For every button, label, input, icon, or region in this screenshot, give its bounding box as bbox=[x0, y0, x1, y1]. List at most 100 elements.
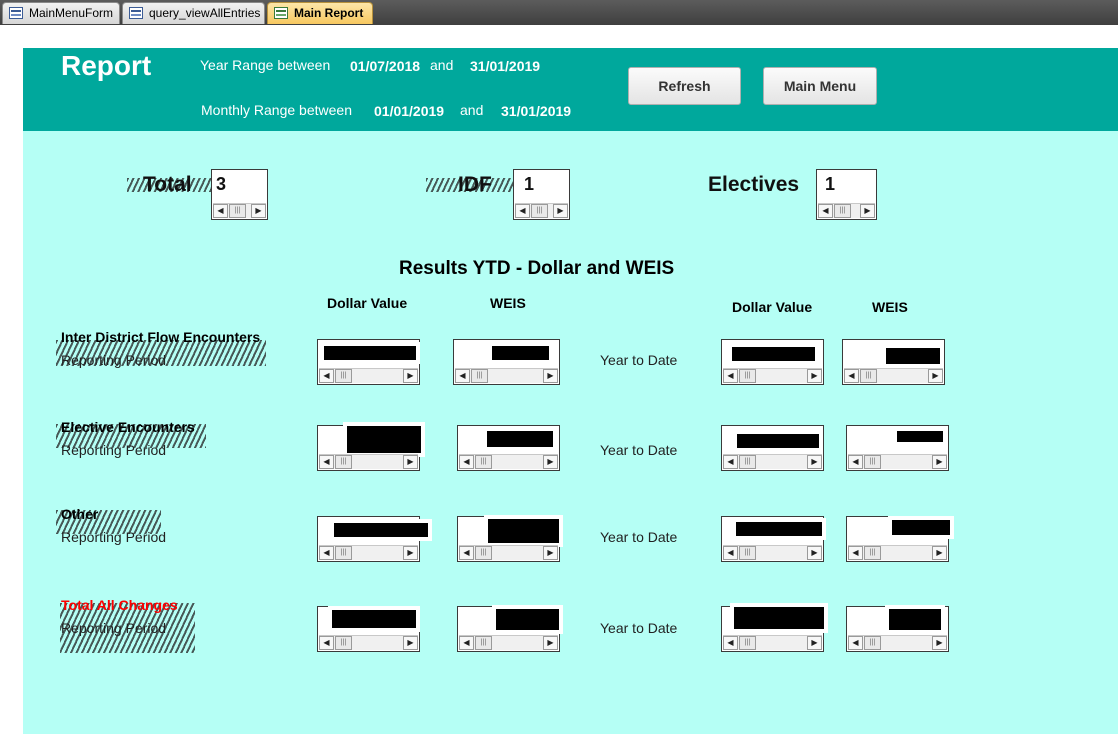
scroll-thumb[interactable]: ||| bbox=[739, 369, 756, 383]
scroll-right-icon[interactable]: ▶ bbox=[543, 546, 558, 560]
horizontal-scrollbar[interactable]: ◀ ||| ▶ bbox=[818, 203, 875, 218]
scroll-thumb[interactable]: ||| bbox=[864, 636, 881, 650]
scroll-left-icon[interactable]: ◀ bbox=[848, 546, 863, 560]
scroll-left-icon[interactable]: ◀ bbox=[319, 636, 334, 650]
inter-district-ytd-weis-field[interactable]: ◀ ||| ▶ bbox=[842, 339, 945, 385]
scroll-left-icon[interactable]: ◀ bbox=[844, 369, 859, 383]
horizontal-scrollbar[interactable]: ◀ ||| ▶ bbox=[723, 635, 822, 650]
scroll-right-icon[interactable]: ▶ bbox=[807, 636, 822, 650]
horizontal-scrollbar[interactable]: ◀ ||| ▶ bbox=[459, 545, 558, 560]
scroll-right-icon[interactable]: ▶ bbox=[403, 546, 418, 560]
scroll-thumb[interactable]: ||| bbox=[475, 455, 492, 469]
horizontal-scrollbar[interactable]: ◀ ||| ▶ bbox=[723, 545, 822, 560]
scroll-thumb[interactable]: ||| bbox=[335, 636, 352, 650]
scroll-right-icon[interactable]: ▶ bbox=[543, 636, 558, 650]
scroll-right-icon[interactable]: ▶ bbox=[932, 455, 947, 469]
electives-count-field[interactable]: 1 ◀ ||| ▶ bbox=[816, 169, 877, 220]
scroll-left-icon[interactable]: ◀ bbox=[723, 369, 738, 383]
scroll-left-icon[interactable]: ◀ bbox=[723, 546, 738, 560]
inter-district-ytd-dollar-field[interactable]: ◀ ||| ▶ bbox=[721, 339, 824, 385]
horizontal-scrollbar[interactable]: ◀ ||| ▶ bbox=[848, 635, 947, 650]
refresh-button[interactable]: Refresh bbox=[628, 67, 741, 105]
scroll-thumb[interactable]: ||| bbox=[229, 204, 246, 218]
horizontal-scrollbar[interactable]: ◀ ||| ▶ bbox=[459, 454, 558, 469]
scroll-left-icon[interactable]: ◀ bbox=[455, 369, 470, 383]
scroll-thumb[interactable]: ||| bbox=[475, 636, 492, 650]
scroll-right-icon[interactable]: ▶ bbox=[543, 369, 558, 383]
horizontal-scrollbar[interactable]: ◀ ||| ▶ bbox=[319, 635, 418, 650]
scroll-thumb[interactable]: ||| bbox=[475, 546, 492, 560]
inter-district-period-weis-field[interactable]: ◀ ||| ▶ bbox=[453, 339, 560, 385]
scroll-left-icon[interactable]: ◀ bbox=[459, 546, 474, 560]
total-count-field[interactable]: 3 ◀ ||| ▶ bbox=[211, 169, 268, 220]
scroll-left-icon[interactable]: ◀ bbox=[515, 204, 530, 218]
tab-main-report[interactable]: Main Report bbox=[267, 2, 373, 24]
total-ytd-weis-field[interactable]: ◀ ||| ▶ bbox=[846, 605, 949, 652]
horizontal-scrollbar[interactable]: ◀ ||| ▶ bbox=[844, 368, 943, 383]
elective-ytd-dollar-field[interactable]: ◀ ||| ▶ bbox=[721, 425, 824, 471]
inter-district-period-dollar-field[interactable]: ◀ ||| ▶ bbox=[317, 339, 420, 385]
scroll-thumb[interactable]: ||| bbox=[739, 455, 756, 469]
elective-ytd-weis-field[interactable]: ◀ ||| ▶ bbox=[846, 425, 949, 471]
scroll-thumb[interactable]: ||| bbox=[531, 204, 548, 218]
scroll-thumb[interactable]: ||| bbox=[335, 369, 352, 383]
scroll-thumb[interactable]: ||| bbox=[739, 636, 756, 650]
scroll-right-icon[interactable]: ▶ bbox=[403, 636, 418, 650]
idf-count-field[interactable]: 1 ◀ ||| ▶ bbox=[513, 169, 570, 220]
scroll-thumb[interactable]: ||| bbox=[864, 455, 881, 469]
other-ytd-dollar-field[interactable]: ◀ ||| ▶ bbox=[721, 516, 826, 562]
horizontal-scrollbar[interactable]: ◀ ||| ▶ bbox=[723, 454, 822, 469]
scroll-left-icon[interactable]: ◀ bbox=[848, 455, 863, 469]
scroll-left-icon[interactable]: ◀ bbox=[848, 636, 863, 650]
scroll-right-icon[interactable]: ▶ bbox=[553, 204, 568, 218]
horizontal-scrollbar[interactable]: ◀ ||| ▶ bbox=[459, 635, 558, 650]
horizontal-scrollbar[interactable]: ◀ ||| ▶ bbox=[848, 545, 947, 560]
scroll-left-icon[interactable]: ◀ bbox=[459, 455, 474, 469]
scroll-left-icon[interactable]: ◀ bbox=[319, 369, 334, 383]
scroll-thumb[interactable]: ||| bbox=[335, 455, 352, 469]
horizontal-scrollbar[interactable]: ◀ ||| ▶ bbox=[319, 368, 418, 383]
horizontal-scrollbar[interactable]: ◀ ||| ▶ bbox=[723, 368, 822, 383]
scroll-left-icon[interactable]: ◀ bbox=[319, 546, 334, 560]
scroll-thumb[interactable]: ||| bbox=[864, 546, 881, 560]
horizontal-scrollbar[interactable]: ◀ ||| ▶ bbox=[455, 368, 558, 383]
scroll-right-icon[interactable]: ▶ bbox=[928, 369, 943, 383]
scroll-right-icon[interactable]: ▶ bbox=[860, 204, 875, 218]
scroll-thumb[interactable]: ||| bbox=[739, 546, 756, 560]
horizontal-scrollbar[interactable]: ◀ ||| ▶ bbox=[213, 203, 266, 218]
other-period-dollar-field[interactable]: ◀ ||| ▶ bbox=[317, 516, 432, 562]
scroll-right-icon[interactable]: ▶ bbox=[807, 546, 822, 560]
elective-period-weis-field[interactable]: ◀ ||| ▶ bbox=[457, 425, 560, 471]
total-period-weis-field[interactable]: ◀ ||| ▶ bbox=[457, 605, 563, 652]
other-period-weis-field[interactable]: ◀ ||| ▶ bbox=[457, 515, 563, 562]
scroll-right-icon[interactable]: ▶ bbox=[807, 369, 822, 383]
horizontal-scrollbar[interactable]: ◀ ||| ▶ bbox=[515, 203, 568, 218]
horizontal-scrollbar[interactable]: ◀ ||| ▶ bbox=[848, 454, 947, 469]
tab-query-view-all-entries[interactable]: query_viewAllEntries bbox=[122, 2, 265, 24]
scroll-thumb[interactable]: ||| bbox=[335, 546, 352, 560]
elective-period-dollar-field[interactable]: ◀ ||| ▶ bbox=[317, 422, 425, 471]
horizontal-scrollbar[interactable]: ◀ ||| ▶ bbox=[319, 545, 418, 560]
scroll-right-icon[interactable]: ▶ bbox=[251, 204, 266, 218]
scroll-left-icon[interactable]: ◀ bbox=[818, 204, 833, 218]
horizontal-scrollbar[interactable]: ◀ ||| ▶ bbox=[319, 454, 418, 469]
main-menu-button[interactable]: Main Menu bbox=[763, 67, 877, 105]
other-ytd-weis-field[interactable]: ◀ ||| ▶ bbox=[846, 516, 954, 562]
tab-main-menu-form[interactable]: MainMenuForm bbox=[2, 2, 120, 24]
total-ytd-dollar-field[interactable]: ◀ ||| ▶ bbox=[721, 603, 828, 652]
scroll-thumb[interactable]: ||| bbox=[860, 369, 877, 383]
scroll-right-icon[interactable]: ▶ bbox=[543, 455, 558, 469]
scroll-left-icon[interactable]: ◀ bbox=[459, 636, 474, 650]
scroll-left-icon[interactable]: ◀ bbox=[723, 455, 738, 469]
scroll-left-icon[interactable]: ◀ bbox=[723, 636, 738, 650]
scroll-right-icon[interactable]: ▶ bbox=[807, 455, 822, 469]
scroll-left-icon[interactable]: ◀ bbox=[319, 455, 334, 469]
scroll-thumb[interactable]: ||| bbox=[471, 369, 488, 383]
scroll-right-icon[interactable]: ▶ bbox=[932, 546, 947, 560]
total-period-dollar-field[interactable]: ◀ ||| ▶ bbox=[317, 606, 420, 652]
scroll-right-icon[interactable]: ▶ bbox=[403, 455, 418, 469]
scroll-left-icon[interactable]: ◀ bbox=[213, 204, 228, 218]
scroll-right-icon[interactable]: ▶ bbox=[403, 369, 418, 383]
scroll-thumb[interactable]: ||| bbox=[834, 204, 851, 218]
scroll-right-icon[interactable]: ▶ bbox=[932, 636, 947, 650]
